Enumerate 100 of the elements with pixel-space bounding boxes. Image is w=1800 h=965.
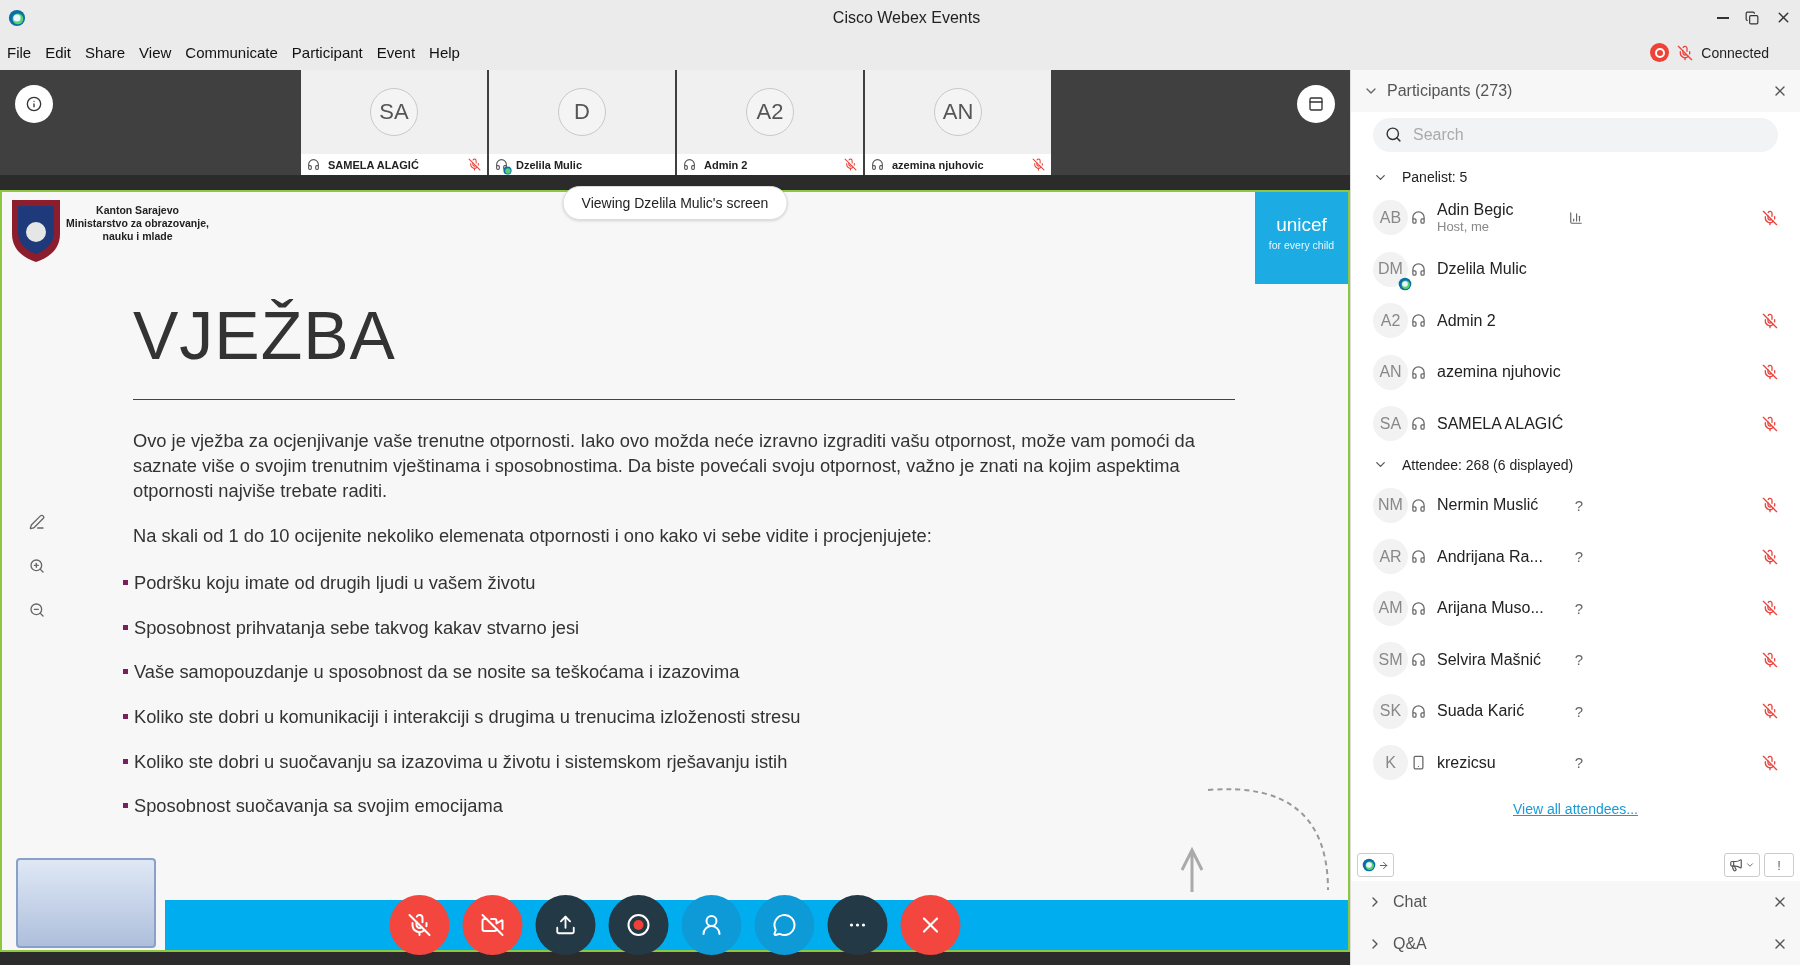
menu-item[interactable]: File	[7, 44, 32, 61]
participant-name: Selvira Mašnić	[1437, 650, 1543, 669]
broadcast-button[interactable]	[1724, 853, 1760, 877]
participant-row[interactable]: SA SAMELA ALAGIĆ	[1351, 398, 1800, 450]
bullet-text: Vaše samopouzdanje u sposobnost da se nosite sa teškoćama i izazovima	[134, 660, 740, 685]
participant-name: Admin 2	[1437, 311, 1497, 330]
screen-share-banner: Viewing Dzelila Mulic's screen	[562, 186, 788, 220]
participant-row[interactable]: AN azemina njuhovic	[1351, 346, 1800, 398]
menu-item[interactable]: View	[139, 44, 172, 61]
mic-muted-icon[interactable]	[1762, 754, 1778, 771]
avatar: A2	[746, 88, 794, 136]
avatar: AB	[1373, 200, 1408, 236]
avatar: A2	[1373, 303, 1408, 339]
avatar: SA	[370, 88, 418, 136]
mic-muted-icon[interactable]	[1762, 600, 1778, 617]
participant-row[interactable]: AR Andrijana Ra... ?	[1351, 531, 1800, 583]
app-logo-icon	[8, 8, 26, 27]
participant-row[interactable]: DM Dzelila Mulic	[1351, 243, 1800, 295]
mic-muted-icon[interactable]	[1762, 497, 1778, 514]
avatar: AN	[934, 88, 982, 136]
participant-row[interactable]: NM Nermin Muslić ?	[1351, 479, 1800, 531]
participant-row[interactable]: SM Selvira Mašnić ?	[1351, 634, 1800, 686]
coat-of-arms-drawing	[10, 198, 62, 264]
layout-icon	[1308, 96, 1324, 112]
headset-icon	[871, 158, 884, 171]
zoom-in-icon	[29, 558, 45, 574]
participant-name: krezicsu	[1437, 753, 1497, 772]
status-mark: ?	[1573, 702, 1585, 720]
organization-name: Ministarstvo za obrazovanje,	[66, 217, 209, 230]
participant-row[interactable]: A2 Admin 2	[1351, 295, 1800, 347]
window-title: Cisco Webex Events	[831, 8, 981, 27]
info-icon	[26, 96, 42, 112]
video-thumbnail[interactable]: A2 Admin 2	[677, 70, 863, 175]
bullet-text: Podršku koju imate od drugih ljudi u vašem životu	[134, 571, 536, 595]
mic-muted-icon[interactable]	[1762, 703, 1778, 720]
menu-item[interactable]: Help	[429, 44, 460, 61]
video-thumbnail[interactable]: D Dzelila Mulic	[489, 70, 675, 175]
mic-muted-icon[interactable]	[1762, 209, 1778, 226]
participant-name: SAMELA ALAGIĆ	[1437, 414, 1565, 433]
video-thumbnail[interactable]: SA SAMELA ALAGIĆ	[301, 70, 487, 175]
alert-button[interactable]: !	[1764, 853, 1794, 877]
participant-role: Host, me	[1437, 219, 1490, 235]
mic-muted-icon[interactable]	[1762, 312, 1778, 329]
bullet-text: Koliko ste dobri u komunikaciji i interakciji s drugima u trenucima izloženosti stresu	[134, 705, 801, 730]
participant-name: azemina njuhovic	[892, 158, 985, 171]
caret-icon	[1745, 860, 1755, 870]
section-header[interactable]: Q&A	[1351, 923, 1800, 965]
bullet-icon	[123, 758, 128, 764]
mic-muted-icon[interactable]	[1762, 548, 1778, 565]
avatar: SM	[1373, 642, 1408, 678]
mic-muted-icon[interactable]	[1762, 364, 1778, 381]
group-header[interactable]: Panelist: 5	[1351, 162, 1800, 192]
headset-icon	[683, 158, 696, 171]
mic-muted-icon[interactable]	[1762, 651, 1778, 668]
search-field[interactable]: Search	[1373, 118, 1778, 152]
participant-row[interactable]: AM Arijana Muso... ?	[1351, 582, 1800, 634]
layout-button[interactable]	[1297, 85, 1335, 123]
arrow-right-icon	[1378, 859, 1389, 871]
unicef-logo: unicef for every child	[1255, 192, 1348, 284]
bullet-icon	[123, 580, 128, 585]
info-button[interactable]	[15, 85, 53, 123]
mic-muted-icon[interactable]	[1762, 415, 1778, 432]
avatar: AM	[1373, 590, 1408, 626]
participant-row[interactable]: K krezicsu ?	[1351, 737, 1800, 789]
avatar: AN	[1373, 354, 1408, 390]
record-icon	[626, 913, 651, 937]
bullet-icon	[123, 669, 128, 675]
panel-title: Participants (273)	[1387, 82, 1514, 100]
menu-item[interactable]: Participant	[291, 44, 363, 61]
video-thumbnail[interactable]: AN azemina njuhovic	[865, 70, 1051, 175]
mic-muted-icon	[407, 913, 432, 937]
group-header[interactable]: Attendee: 268 (6 displayed)	[1351, 449, 1800, 480]
menu-item[interactable]: Event	[376, 44, 416, 61]
bullet-text: Sposobnost prihvatanja sebe takvog kakav stvarno jesi	[134, 615, 580, 640]
participant-row[interactable]: AB Adin Begic Host, me	[1351, 192, 1800, 244]
avatar: SK	[1373, 693, 1408, 729]
menu-item[interactable]: Share	[85, 44, 126, 61]
participant-name: Arijana Muso...	[1437, 599, 1545, 618]
bullet-text: Koliko ste dobri u suočavanju sa izazovima u životu i sistemskom rješavanju istih	[134, 749, 788, 774]
bullet-icon	[123, 803, 128, 809]
bullet-icon	[123, 714, 128, 720]
avatar: NM	[1373, 487, 1408, 523]
organization-name: nauku i mlade	[102, 230, 173, 243]
restore-button[interactable]	[1745, 10, 1759, 25]
avatar: K	[1373, 745, 1408, 781]
participant-name: Nermin Muslić	[1437, 496, 1540, 515]
slide-paragraph: Na skali od 1 do 10 ocijenite nekoliko elemenata otpornosti i ono kako vi sebe vidite i procjenjujete:	[133, 524, 933, 548]
bullet-icon	[123, 624, 128, 630]
minimize-button[interactable]	[1717, 16, 1729, 19]
section-header[interactable]: Chat	[1351, 881, 1800, 923]
participant-row[interactable]: SK Suada Karić ?	[1351, 685, 1800, 737]
status-mark: ?	[1573, 754, 1585, 772]
restore-icon	[1745, 10, 1759, 25]
chat-icon	[772, 913, 797, 937]
menu-item[interactable]: Communicate	[185, 44, 278, 61]
participant-name: SAMELA ALAGIĆ	[328, 158, 420, 171]
participant-name: Dzelila Mulic	[516, 158, 584, 171]
menu-item[interactable]: Edit	[45, 44, 72, 61]
pen-icon	[29, 514, 45, 530]
pass-ball-button[interactable]	[1357, 853, 1394, 877]
